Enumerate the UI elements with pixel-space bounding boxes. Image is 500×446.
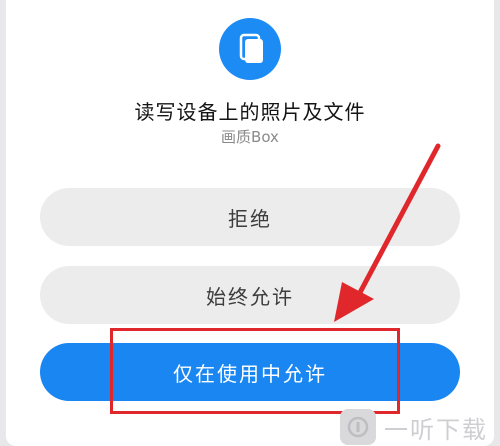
annotation-highlight-box bbox=[110, 328, 400, 414]
watermark-logo-icon bbox=[340, 409, 376, 445]
watermark: 一听下载 bbox=[340, 408, 500, 446]
app-name: 画质Box bbox=[221, 128, 279, 146]
watermark-text: 一听下载 bbox=[384, 415, 488, 444]
files-icon bbox=[219, 18, 281, 80]
always-allow-button[interactable]: 始终允许 bbox=[40, 266, 460, 324]
permission-screen: 读写设备上的照片及文件 画质Box 拒绝 始终允许 仅在使用中允许 一听下载 bbox=[0, 0, 500, 446]
deny-button[interactable]: 拒绝 bbox=[40, 188, 460, 246]
permission-title: 读写设备上的照片及文件 bbox=[134, 100, 366, 124]
